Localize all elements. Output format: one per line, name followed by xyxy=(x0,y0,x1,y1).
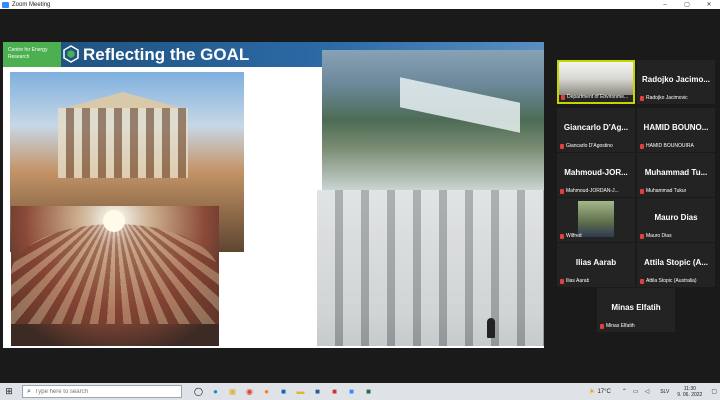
system-tray: ☀ 17°C ⌃ ▭ ◁ SLV 11:30 9. 06. 2022 ▢ xyxy=(588,383,720,400)
participant-label: Minas Elfatih xyxy=(600,323,635,329)
dome-coffers xyxy=(11,224,219,324)
participant-tile[interactable]: Ilias Aarab Ilias Aarab xyxy=(557,243,635,287)
participant-tile[interactable]: Minas Elfatih Minas Elfatih xyxy=(597,288,675,332)
mic-muted-icon xyxy=(640,278,644,284)
pantheon-dome-photo xyxy=(11,206,219,346)
participant-tile[interactable]: Muhammad Tu... Muhammad Tukur xyxy=(637,153,715,197)
window-title: Zoom Meeting xyxy=(12,1,51,8)
org-name: Centre for Energy Research xyxy=(8,47,48,60)
windows-taskbar: ⊞ ⌕ ◯ ● ▣ ◉ ● ■ ▬ ■ ■ ■ ■ ☀ 17°C ⌃ ▭ ◁ S… xyxy=(0,383,720,400)
mic-muted-icon xyxy=(560,188,564,194)
language-indicator[interactable]: SLV xyxy=(660,389,669,395)
participant-display-name: Radojko Jacimo... xyxy=(641,75,711,84)
zoom-icon[interactable]: ■ xyxy=(343,383,360,400)
participant-label: Wilfred xyxy=(560,233,582,239)
mic-muted-icon xyxy=(640,233,644,239)
edge-icon[interactable]: ● xyxy=(207,383,224,400)
participant-tile[interactable]: Mahmoud-JOR... Mahmoud-JORDAN-J... xyxy=(557,153,635,197)
participant-label: Mauro Dias xyxy=(640,233,672,239)
excel-icon[interactable]: ■ xyxy=(360,383,377,400)
participant-label: Ilias Aarab xyxy=(560,278,589,284)
firefox-icon[interactable]: ● xyxy=(258,383,275,400)
participant-display-name: Minas Elfatih xyxy=(611,303,661,312)
outlook-icon[interactable]: ■ xyxy=(275,383,292,400)
mic-muted-icon xyxy=(560,233,564,239)
windows-start-icon[interactable]: ⊞ xyxy=(0,383,18,400)
mic-muted-icon xyxy=(640,95,644,101)
participant-label: Radojko Jacimovic xyxy=(640,95,688,101)
mic-muted-icon xyxy=(640,143,644,149)
participant-tile[interactable]: Mauro Dias Mauro Dias xyxy=(637,198,715,242)
network-icon[interactable]: ▭ xyxy=(633,388,639,395)
participant-tile[interactable]: Wilfred xyxy=(557,198,635,242)
minimize-button[interactable]: – xyxy=(654,0,676,9)
dam-ribs xyxy=(317,190,544,346)
participant-display-name: HAMID BOUNO... xyxy=(643,123,709,132)
zoom-app-icon xyxy=(2,1,9,8)
word-icon[interactable]: ■ xyxy=(309,383,326,400)
participant-display-name: Mahmoud-JOR... xyxy=(564,168,628,177)
participant-label: Department of Environme... xyxy=(561,94,628,100)
participant-tile[interactable]: Department of Environme... xyxy=(557,60,635,104)
participant-display-name: Muhammad Tu... xyxy=(644,168,708,177)
sun-icon: ☀ xyxy=(588,387,596,396)
search-icon: ⌕ xyxy=(27,387,31,395)
window-controls: – ▢ ✕ xyxy=(654,0,720,9)
participant-video xyxy=(559,62,633,95)
folder-icon[interactable]: ▬ xyxy=(292,383,309,400)
chrome-icon[interactable]: ◉ xyxy=(241,383,258,400)
taskbar-search[interactable]: ⌕ xyxy=(22,385,182,398)
participant-display-name: Mauro Dias xyxy=(654,213,698,222)
participant-label: HAMID BOUNOUIRA xyxy=(640,143,694,149)
pantheon-colonnade xyxy=(58,108,188,178)
participant-display-name: Ilias Aarab xyxy=(575,258,617,267)
pdf-icon[interactable]: ■ xyxy=(326,383,343,400)
dam-aerial-photo xyxy=(322,50,544,190)
participant-tile[interactable]: Radojko Jacimo... Radojko Jacimovic xyxy=(637,60,715,104)
shared-slide: Centre for Energy Research Reflecting th… xyxy=(3,42,544,348)
notifications-icon[interactable]: ▢ xyxy=(711,388,717,395)
chevron-up-icon[interactable]: ⌃ xyxy=(622,388,627,395)
explorer-icon[interactable]: ▣ xyxy=(224,383,241,400)
participant-tile[interactable]: Giancarlo D'Ag... Giancarlo D'Agostino xyxy=(557,108,635,152)
participant-label: Giancarlo D'Agostino xyxy=(560,143,613,149)
participant-tile[interactable]: Attila Stopic (A... Attila Stopic (Austr… xyxy=(637,243,715,287)
mic-muted-icon xyxy=(600,323,604,329)
close-button[interactable]: ✕ xyxy=(698,0,720,9)
slide-heading: Reflecting the GOAL xyxy=(83,45,250,64)
volume-icon[interactable]: ◁ xyxy=(645,388,650,395)
participant-label: Attila Stopic (Australia) xyxy=(640,278,697,284)
hexagon-logo-icon xyxy=(63,45,79,63)
window-titlebar: Zoom Meeting – ▢ ✕ xyxy=(0,0,720,9)
participant-display-name: Giancarlo D'Ag... xyxy=(563,123,629,132)
dome-oculus xyxy=(103,210,125,232)
taskbar-apps: ◯ ● ▣ ◉ ● ■ ▬ ■ ■ ■ ■ xyxy=(190,383,377,400)
person-silhouette xyxy=(487,318,495,338)
participant-video xyxy=(578,201,614,237)
clock-date: 9. 06. 2022 xyxy=(677,391,703,398)
participant-label: Muhammad Tukur xyxy=(640,188,686,194)
taskbar-clock[interactable]: 11:30 9. 06. 2022 xyxy=(677,386,702,398)
weather-widget[interactable]: ☀ 17°C xyxy=(588,387,611,396)
mic-muted-icon xyxy=(560,143,564,149)
participant-label: Mahmoud-JORDAN-J... xyxy=(560,188,619,194)
task-view-icon[interactable]: ◯ xyxy=(190,383,207,400)
mic-muted-icon xyxy=(560,278,564,284)
dam-spillway xyxy=(400,77,520,133)
participant-display-name: Attila Stopic (A... xyxy=(644,258,708,267)
weather-temp: 17°C xyxy=(597,388,611,395)
participant-tile[interactable]: HAMID BOUNO... HAMID BOUNOUIRA xyxy=(637,108,715,152)
maximize-button[interactable]: ▢ xyxy=(676,0,698,9)
mic-muted-icon xyxy=(561,94,565,100)
search-input[interactable] xyxy=(34,388,155,395)
dam-walls-photo xyxy=(317,190,544,346)
mic-muted-icon xyxy=(640,188,644,194)
